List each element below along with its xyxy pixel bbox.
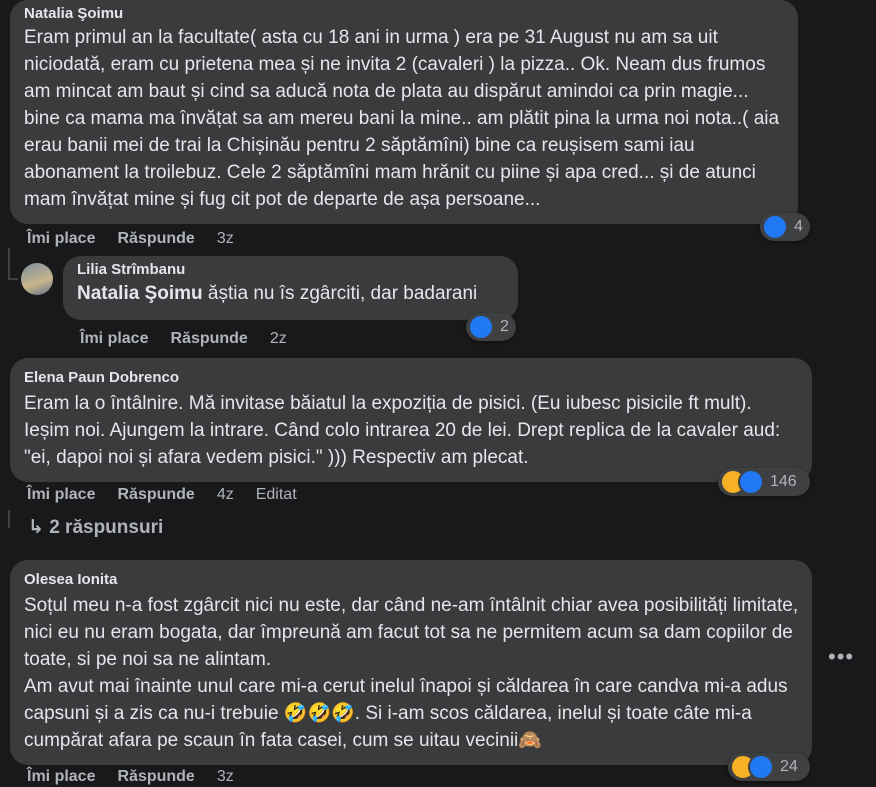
comment-body: ăștia nu îs zgârciti, dar badarani bbox=[202, 283, 478, 304]
reply-button[interactable]: Răspunde bbox=[117, 486, 194, 504]
comment-text: Eram primul an la facultate( asta cu 18 … bbox=[24, 27, 785, 210]
comment-text: Eram la o întâlnire. Mă invitase băiatul… bbox=[24, 393, 786, 468]
view-replies-link[interactable]: ↳ 2 răspunsuri bbox=[28, 516, 163, 539]
comment-timestamp[interactable]: 4z bbox=[217, 486, 234, 504]
like-button[interactable]: Îmi place bbox=[80, 330, 148, 348]
thread-line bbox=[8, 510, 10, 528]
reaction-summary[interactable]: 146 bbox=[718, 468, 810, 496]
like-reaction-icon bbox=[762, 214, 788, 240]
comment-author[interactable]: Olesea Ionita bbox=[24, 570, 800, 590]
replies-count-label: 2 răspunsuri bbox=[49, 517, 164, 538]
reaction-count: 4 bbox=[794, 218, 803, 235]
reaction-count: 2 bbox=[500, 318, 509, 335]
comment-actions: Îmi place Răspunde 3z bbox=[27, 230, 256, 248]
like-reaction-icon bbox=[738, 469, 764, 495]
comment-bubble: Lilia Strîmbanu Natalia Şoimu ăștia nu î… bbox=[63, 256, 518, 320]
comment-actions: Îmi place Răspunde 2z bbox=[80, 330, 309, 348]
comment-bubble: Elena Paun Dobrenco Eram la o întâlnire.… bbox=[10, 358, 812, 482]
mention-link[interactable]: Natalia Şoimu bbox=[77, 283, 203, 304]
thread-line bbox=[8, 248, 10, 278]
reaction-count: 24 bbox=[780, 758, 798, 775]
more-horizontal-icon[interactable]: ••• bbox=[828, 644, 854, 670]
reaction-summary[interactable]: 4 bbox=[760, 213, 810, 241]
avatar[interactable] bbox=[21, 263, 53, 295]
like-reaction-icon bbox=[748, 754, 774, 780]
like-button[interactable]: Îmi place bbox=[27, 768, 95, 786]
comment-author[interactable]: Lilia Strîmbanu bbox=[77, 260, 506, 280]
reaction-summary[interactable]: 2 bbox=[466, 313, 516, 341]
comment-timestamp[interactable]: 3z bbox=[217, 768, 234, 786]
edited-label: Editat bbox=[255, 486, 297, 503]
reaction-count: 146 bbox=[770, 473, 797, 490]
comment-text: Natalia Şoimu ăștia nu îs zgârciti, dar … bbox=[77, 280, 506, 307]
comment-timestamp[interactable]: 3z bbox=[217, 230, 234, 248]
comment-bubble: Olesea Ionita Soțul meu n-a fost zgârcit… bbox=[10, 560, 812, 765]
comment-author[interactable]: Natalia Şoimu bbox=[24, 4, 786, 24]
thread-line bbox=[8, 278, 18, 280]
comment-bubble: Natalia Şoimu Eram primul an la facultat… bbox=[10, 0, 798, 224]
reaction-summary[interactable]: 24 bbox=[728, 753, 810, 781]
comment-author[interactable]: Elena Paun Dobrenco bbox=[24, 368, 800, 388]
like-reaction-icon bbox=[468, 314, 494, 340]
comment-actions: Îmi place Răspunde 3z bbox=[27, 768, 256, 786]
comment-text: Soțul meu n-a fost zgârcit nici nu este,… bbox=[24, 595, 799, 751]
reply-button[interactable]: Răspunde bbox=[117, 768, 194, 786]
comment-actions: Îmi place Răspunde 4z Editat bbox=[27, 486, 319, 504]
like-button[interactable]: Îmi place bbox=[27, 486, 95, 504]
comment-timestamp[interactable]: 2z bbox=[270, 330, 287, 348]
reply-button[interactable]: Răspunde bbox=[170, 330, 247, 348]
reply-button[interactable]: Răspunde bbox=[117, 230, 194, 248]
like-button[interactable]: Îmi place bbox=[27, 230, 95, 248]
reply-arrow-icon: ↳ bbox=[28, 517, 50, 538]
